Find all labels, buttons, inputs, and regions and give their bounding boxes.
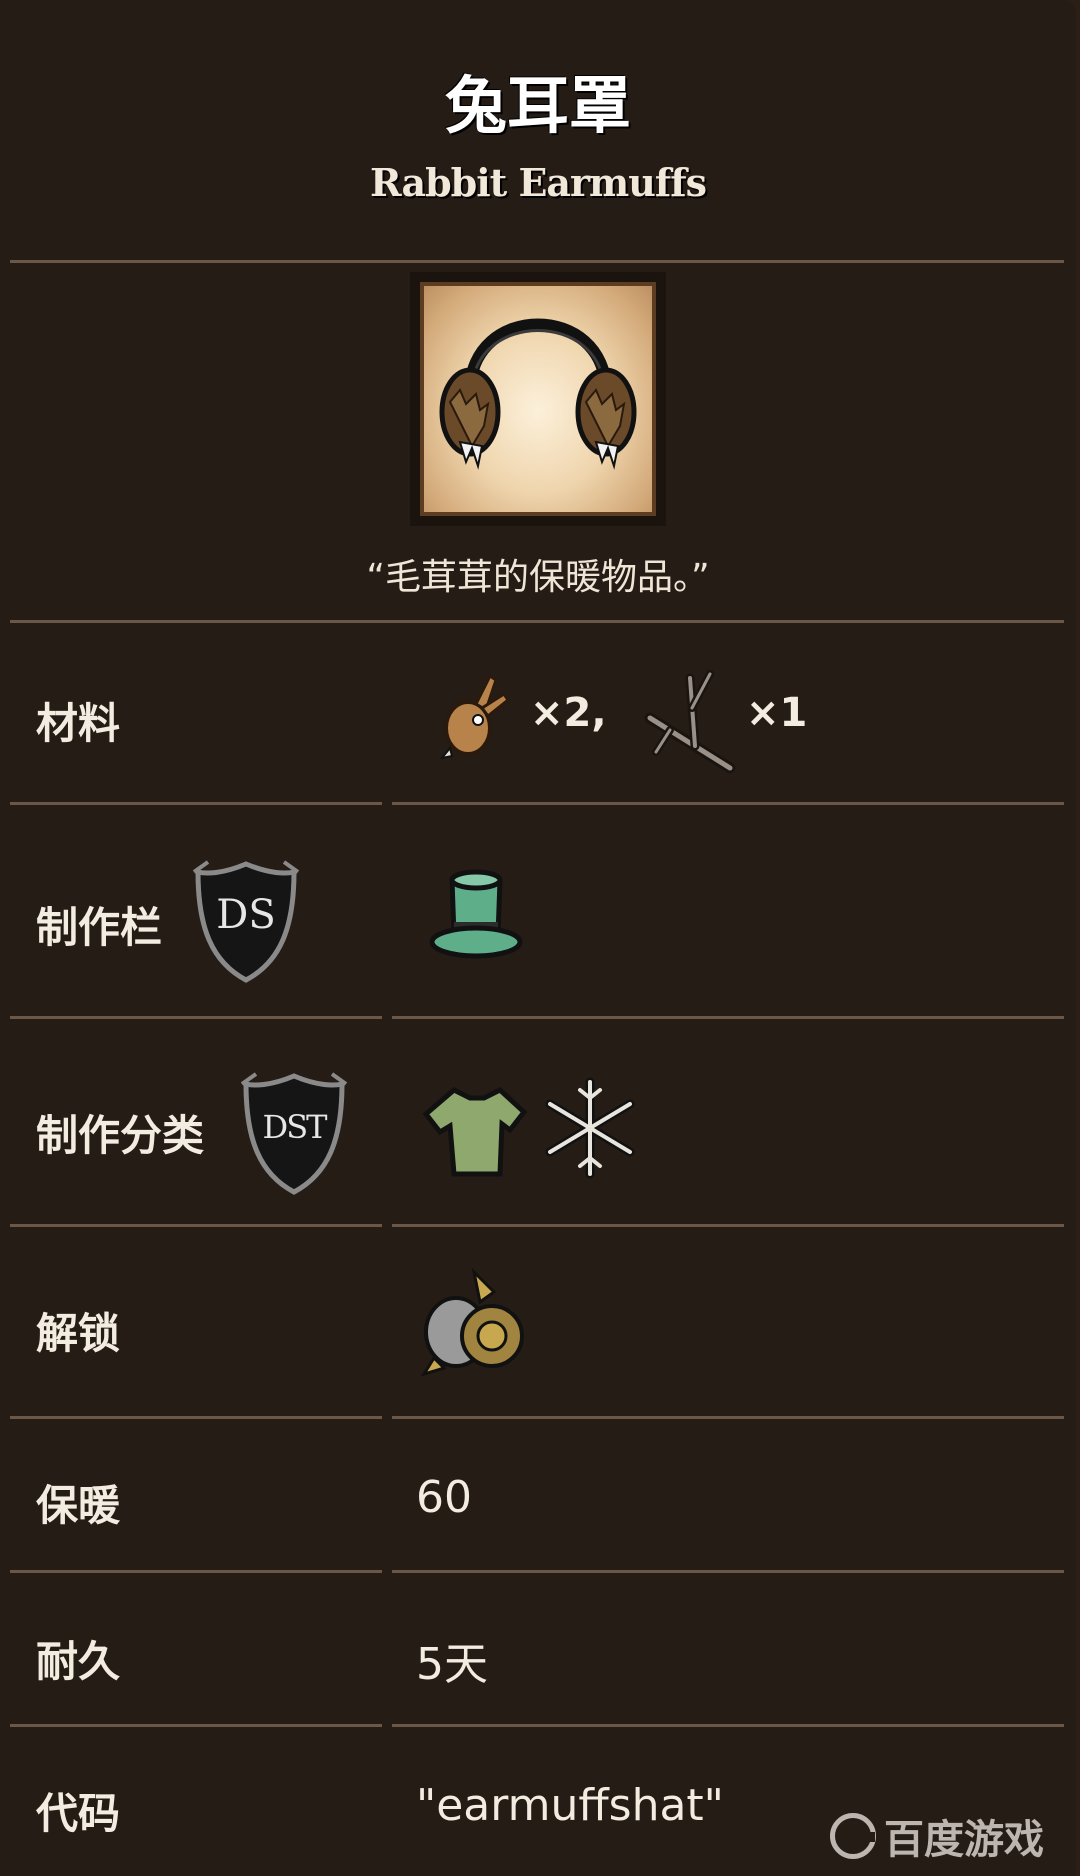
baidu-game-logo-icon bbox=[830, 1813, 876, 1859]
twigs-qty: ×1 bbox=[746, 690, 808, 736]
code-label: 代码 bbox=[36, 1789, 121, 1838]
twigs-icon[interactable] bbox=[640, 668, 750, 778]
divider bbox=[10, 1724, 382, 1727]
divider bbox=[392, 802, 1064, 805]
watermark-text: 百度游戏 bbox=[884, 1817, 1044, 1863]
dst-badge: DST bbox=[238, 1070, 350, 1198]
code-value: "earmuffshat" bbox=[416, 1780, 724, 1831]
divider bbox=[10, 1570, 382, 1573]
materials-label: 材料 bbox=[36, 699, 121, 748]
divider bbox=[10, 260, 1064, 263]
item-title: 兔耳罩 bbox=[444, 69, 631, 142]
unlock-label: 解锁 bbox=[36, 1309, 121, 1358]
item-infobox: 兔耳罩 Rabbit Earmuffs “毛茸茸的保暖物品。” 材料 ×2, ×… bbox=[0, 0, 1076, 1876]
divider bbox=[10, 802, 382, 805]
dst-badge-text: DST bbox=[262, 1108, 328, 1146]
rabbit-icon[interactable] bbox=[430, 668, 510, 764]
item-subtitle: Rabbit Earmuffs bbox=[370, 160, 707, 205]
divider bbox=[10, 1016, 382, 1019]
item-quote: “毛茸茸的保暖物品。” bbox=[366, 557, 710, 598]
durability-value: 5天 bbox=[416, 1639, 488, 1690]
shirt-icon[interactable] bbox=[420, 1082, 530, 1182]
snowflake-icon[interactable] bbox=[542, 1076, 638, 1180]
divider bbox=[10, 1224, 382, 1227]
ds-badge-text: DS bbox=[216, 892, 276, 938]
science-machine-icon[interactable] bbox=[414, 1262, 538, 1380]
divider bbox=[392, 1224, 1064, 1227]
divider bbox=[392, 1016, 1064, 1019]
ds-badge: DS bbox=[190, 858, 302, 986]
craft-category-label: 制作分类 bbox=[36, 1111, 205, 1160]
divider bbox=[10, 620, 1064, 623]
top-hat-icon[interactable] bbox=[428, 866, 524, 966]
craft-tab-label: 制作栏 bbox=[36, 903, 163, 952]
rabbit-qty: ×2, bbox=[530, 690, 607, 736]
item-portrait bbox=[410, 272, 666, 526]
earmuffs-icon bbox=[439, 318, 637, 470]
divider bbox=[10, 1416, 382, 1419]
divider bbox=[392, 1724, 1064, 1727]
insulation-value: 60 bbox=[416, 1472, 472, 1523]
watermark: 百度游戏 bbox=[830, 1806, 1060, 1866]
divider bbox=[392, 1570, 1064, 1573]
divider bbox=[392, 1416, 1064, 1419]
insulation-label: 保暖 bbox=[36, 1481, 121, 1530]
durability-label: 耐久 bbox=[36, 1637, 121, 1686]
